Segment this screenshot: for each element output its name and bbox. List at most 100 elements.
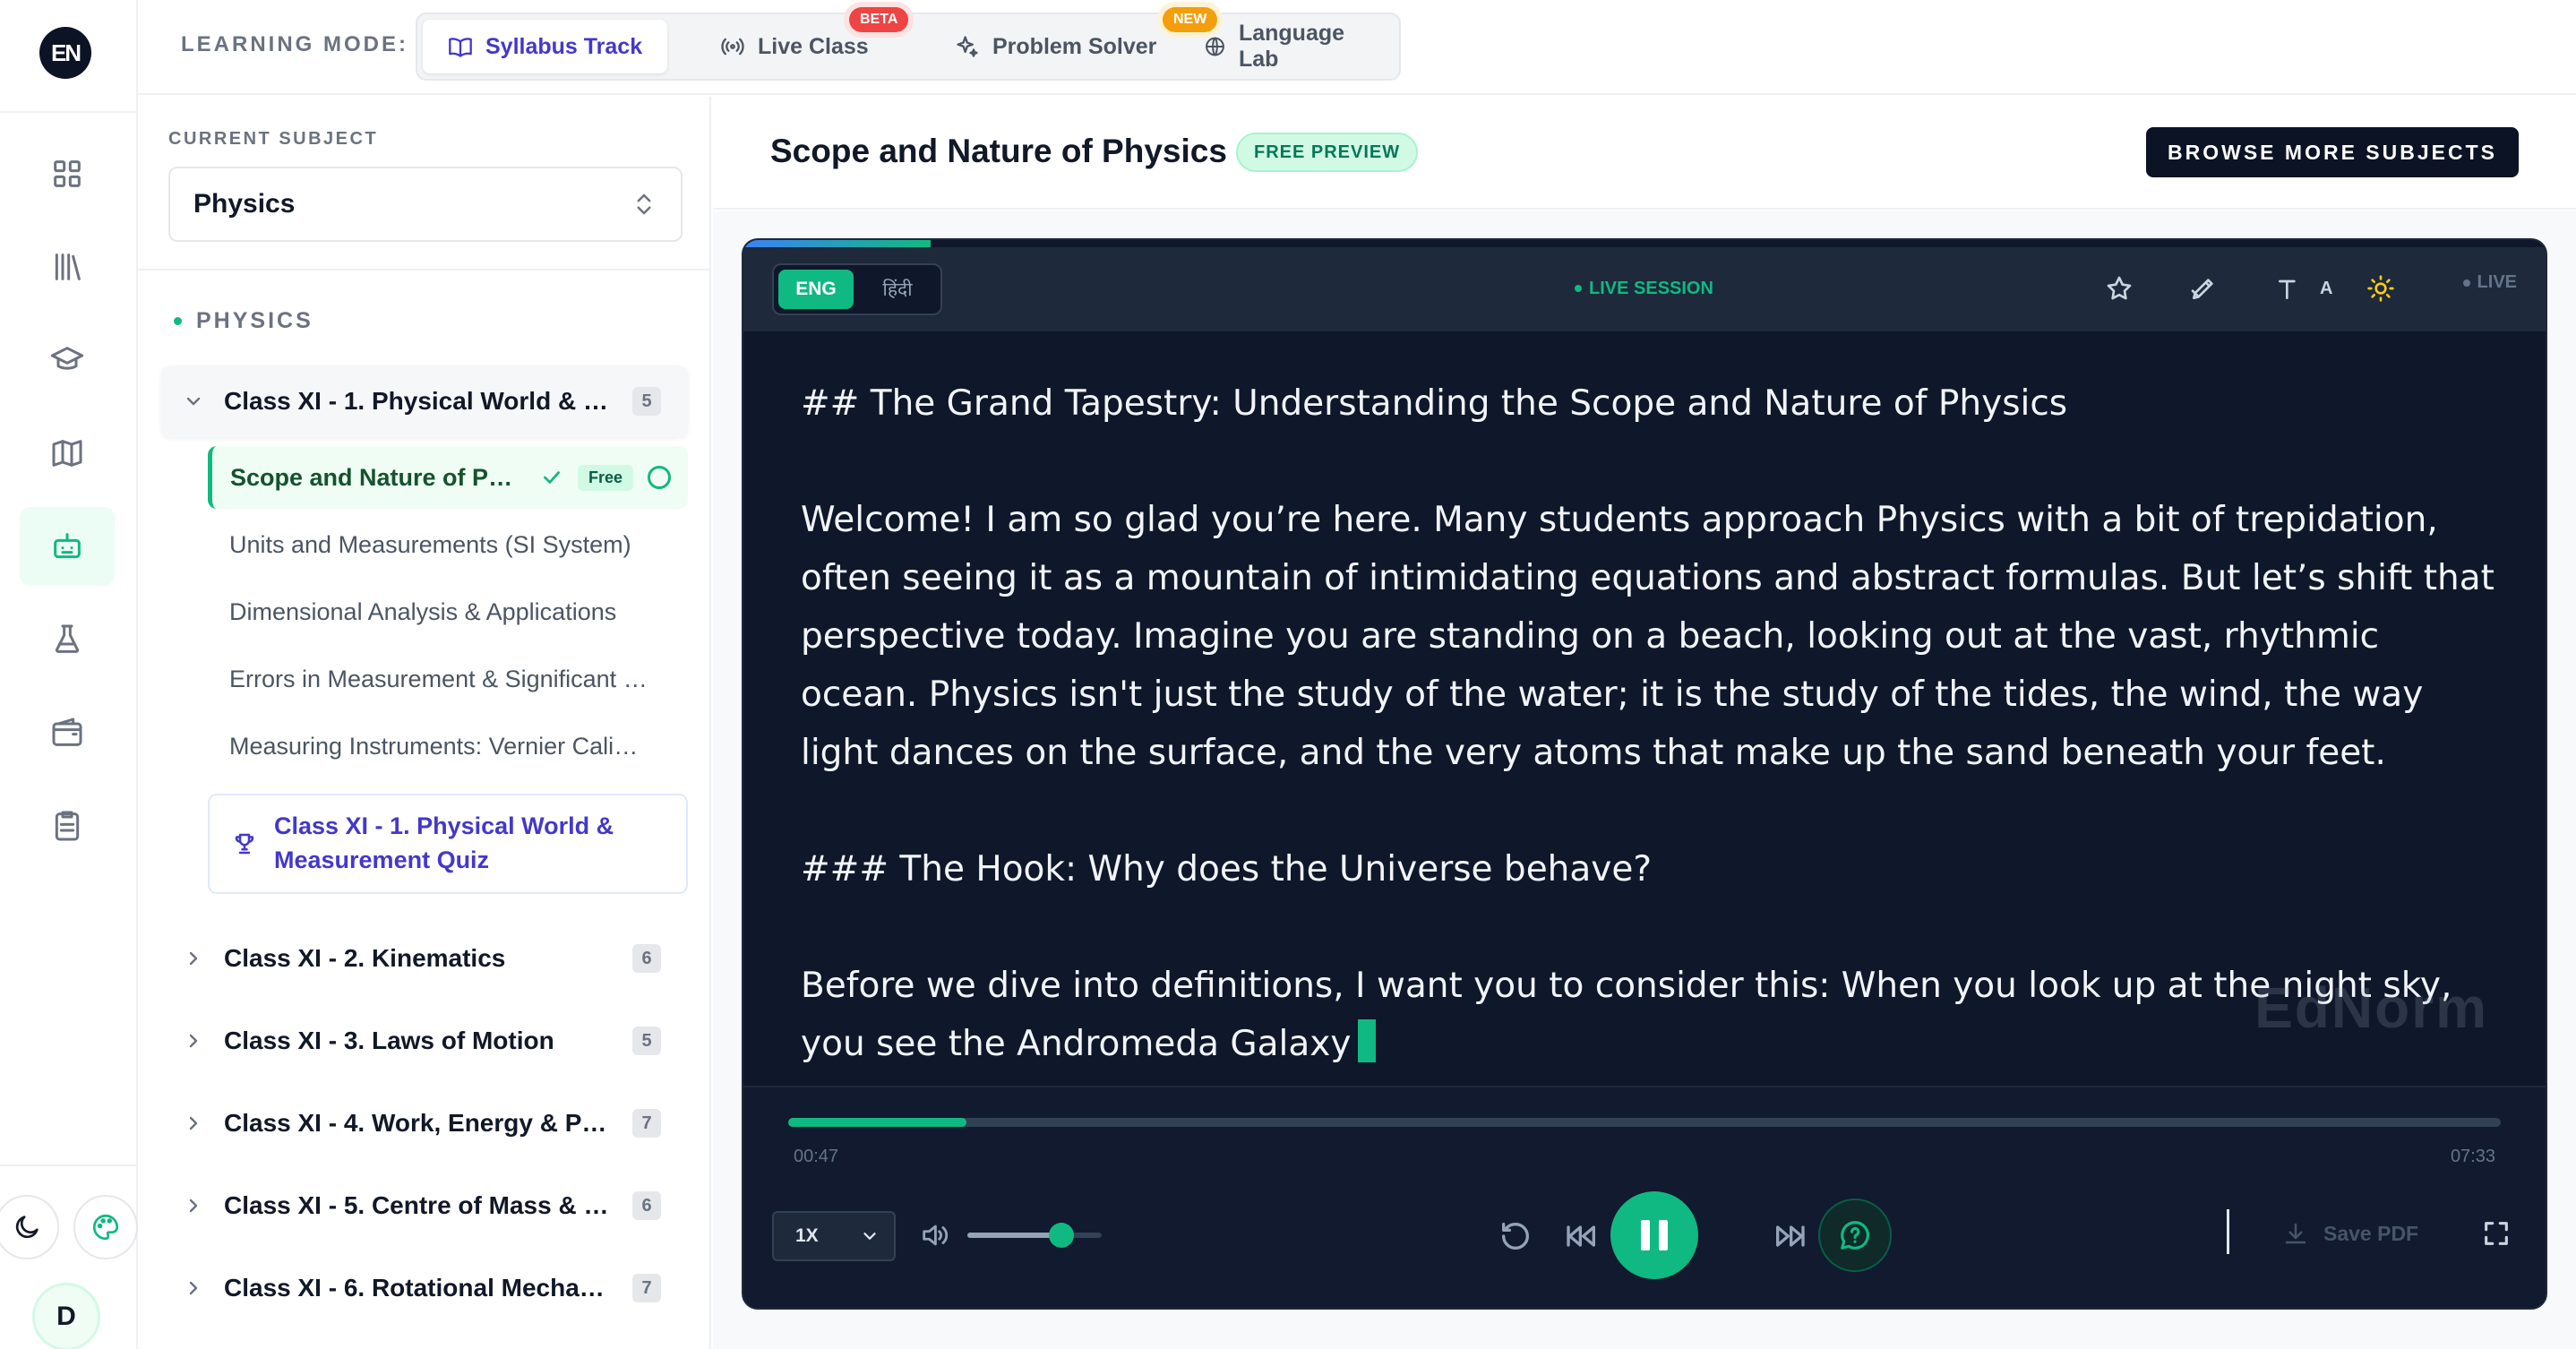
chapter-item[interactable]: Class XI - 4. Work, Energy & Power 7 <box>161 1087 688 1159</box>
typing-cursor <box>1358 1019 1377 1062</box>
lesson-title: Errors in Measurement & Significant Figu… <box>229 665 650 692</box>
star-icon <box>2107 276 2132 300</box>
tab-syllabus-track[interactable]: Syllabus Track <box>423 20 668 73</box>
subject-heading-text: PHYSICS <box>196 308 313 333</box>
rail-map[interactable] <box>20 414 115 493</box>
tab-language-lab[interactable]: Language Lab <box>1179 20 1399 73</box>
subject-select[interactable]: Physics <box>168 167 683 242</box>
chapter-item[interactable]: Class XI - 3. Laws of Motion 5 <box>161 1005 688 1077</box>
highlight-button[interactable] <box>2189 271 2218 306</box>
book-icon <box>449 38 472 57</box>
avatar[interactable]: D <box>32 1283 100 1349</box>
chapter-item[interactable]: Class XI - 5. Centre of Mass & System of… <box>161 1170 688 1242</box>
rail-wallet[interactable] <box>20 693 115 772</box>
chevron-up-down-icon <box>637 193 651 215</box>
globe-icon <box>1206 37 1224 56</box>
fast-forward-button[interactable] <box>1772 1218 1807 1254</box>
tab-label: Language Lab <box>1238 21 1345 72</box>
lesson-item[interactable]: Measuring Instruments: Vernier Calipers … <box>208 715 688 778</box>
seek-bar[interactable] <box>788 1118 2501 1127</box>
course-sidebar: CURRENT SUBJECT Physics PHYSICS Class XI… <box>138 97 711 1349</box>
volume-slider[interactable] <box>967 1223 1102 1248</box>
lesson-title: Scope and Nature of Physics <box>230 463 526 491</box>
chapter-count: 5 <box>632 1027 661 1055</box>
chevron-right-icon <box>183 948 204 969</box>
chapter-title: Class XI - 5. Centre of Mass & System of… <box>224 1191 613 1219</box>
volume-button[interactable] <box>919 1220 949 1255</box>
language-toggle: ENG हिंदी <box>772 263 942 315</box>
tab-label: Live Class <box>758 33 869 59</box>
rail-tasks[interactable] <box>20 786 115 865</box>
theme-palette-button[interactable] <box>73 1195 138 1259</box>
chapter-item[interactable]: Class XI - 1. Physical World & Measureme… <box>161 365 688 437</box>
chapter-quiz-card[interactable]: Class XI - 1. Physical World & Measureme… <box>208 794 688 894</box>
icon-rail: EN D <box>0 0 138 1349</box>
progress-ring-icon <box>648 466 672 489</box>
browse-more-subjects-button[interactable]: BROWSE MORE SUBJECTS <box>2146 127 2519 177</box>
playback-speed-select[interactable]: 1X <box>772 1211 896 1261</box>
transcript-heading: ## The Grand Tapestry: Understanding the… <box>801 383 2068 424</box>
beta-badge: BETA <box>849 7 909 32</box>
wallet-icon <box>52 717 82 746</box>
chapter-title: Class XI - 3. Laws of Motion <box>224 1027 554 1054</box>
rail-courses[interactable] <box>20 321 115 400</box>
volume-knob[interactable] <box>1049 1223 1074 1248</box>
map-icon <box>52 440 82 467</box>
lesson-item[interactable]: Dimensional Analysis & Applications <box>208 580 688 643</box>
lesson-item[interactable]: Errors in Measurement & Significant Figu… <box>208 648 688 710</box>
sun-icon <box>2367 275 2394 302</box>
rail-divider <box>0 111 136 113</box>
tab-problem-solver[interactable]: Problem Solver NEW <box>930 7 1218 73</box>
mode-tabs: Syllabus Track Live Class BETA Problem S… <box>416 7 1401 81</box>
text-size-button[interactable]: A <box>2275 271 2332 306</box>
chapter-title: Class XI - 2. Kinematics <box>224 944 506 972</box>
pause-button[interactable] <box>1610 1191 1698 1279</box>
live-label: LIVE <box>2477 272 2517 292</box>
subject-dot <box>174 317 182 325</box>
pause-icon <box>1641 1220 1650 1250</box>
lesson-player: ENG हिंदी LIVE SESSION A LIVE ## The Gra… <box>742 238 2547 1310</box>
chevron-down-icon <box>863 1233 876 1240</box>
lesson-item-active[interactable]: Scope and Nature of Physics Free <box>208 446 688 509</box>
sparkles-icon <box>957 36 978 57</box>
question-chat-icon <box>1841 1221 1869 1250</box>
app-logo[interactable]: EN <box>39 27 91 79</box>
bookmark-button[interactable] <box>2105 271 2134 306</box>
lang-hindi-button[interactable]: हिंदी <box>860 270 935 309</box>
rail-lab[interactable] <box>20 600 115 679</box>
tab-live-class[interactable]: Live Class BETA <box>695 7 909 73</box>
restart-button[interactable] <box>1498 1218 1533 1254</box>
brightness-button[interactable] <box>2366 271 2395 306</box>
transcript-subheading: ### The Hook: Why does the Universe beha… <box>801 849 1653 889</box>
chevron-right-icon <box>183 1113 204 1134</box>
player-controls: 00:47 07:33 1X Save PDF <box>743 1086 2546 1308</box>
live-session-indicator: LIVE SESSION <box>1575 272 1713 305</box>
chevron-right-icon <box>183 1277 204 1299</box>
live-session-label: LIVE SESSION <box>1589 278 1713 298</box>
live-dot <box>1575 285 1582 292</box>
chapter-item[interactable]: Class XI - 6. Rotational Mechanics 7 <box>161 1252 688 1324</box>
graduation-cap-icon <box>50 347 84 370</box>
rail-ai-tutor[interactable] <box>20 507 115 586</box>
free-preview-badge: FREE PREVIEW <box>1236 133 1419 172</box>
lesson-title: Units and Measurements (SI System) <box>229 530 631 558</box>
chapter-item[interactable]: Class XI - 2. Kinematics 6 <box>161 923 688 994</box>
rewind-button[interactable] <box>1564 1218 1600 1254</box>
chapter-title: Class XI - 6. Rotational Mechanics <box>224 1274 613 1302</box>
fullscreen-icon <box>2485 1222 2508 1245</box>
transcript-paragraph: Welcome! I am so glad you’re here. Many … <box>801 500 2494 773</box>
tab-label: Problem Solver <box>992 33 1157 59</box>
rail-library[interactable] <box>20 228 115 306</box>
rail-separator <box>0 1164 136 1166</box>
dashboard-icon <box>54 160 81 187</box>
lang-eng-button[interactable]: ENG <box>778 270 854 309</box>
save-pdf-button[interactable]: Save PDF <box>2282 1220 2418 1247</box>
rail-dashboard[interactable] <box>20 134 115 213</box>
fullscreen-button[interactable] <box>2481 1218 2512 1253</box>
player-toolbar: ENG हिंदी LIVE SESSION A LIVE <box>743 247 2546 331</box>
dark-mode-button[interactable] <box>0 1195 59 1259</box>
chevron-down-icon <box>183 391 204 412</box>
ask-doubt-button[interactable] <box>1818 1199 1892 1272</box>
lesson-item[interactable]: Units and Measurements (SI System) <box>208 513 688 576</box>
fast-forward-icon <box>1776 1225 1805 1247</box>
